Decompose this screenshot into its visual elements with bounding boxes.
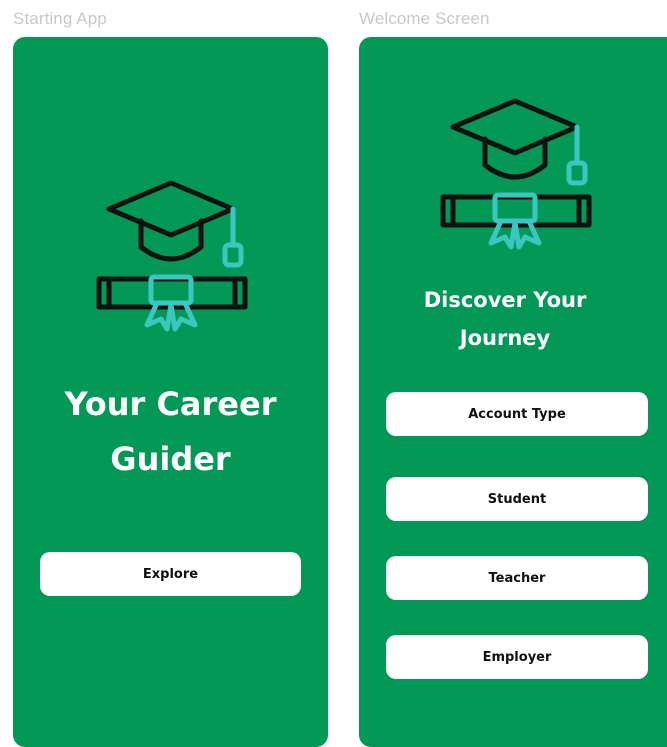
student-button[interactable]: Student xyxy=(386,477,648,521)
welcome-screen: Discover Your Journey Account Type Stude… xyxy=(359,37,667,747)
account-type-button[interactable]: Account Type xyxy=(386,392,648,436)
starting-app-screen: Your Career Guider Explore xyxy=(13,37,328,747)
graduation-cap-diploma-icon xyxy=(439,97,593,252)
welcome-title: Discover Your Journey xyxy=(423,288,587,350)
graduation-cap-diploma-icon xyxy=(95,179,249,334)
explore-button[interactable]: Explore xyxy=(40,552,301,596)
frame-label-starting-app: Starting App xyxy=(13,9,107,28)
app-title: Your Career Guider xyxy=(64,385,277,478)
teacher-button[interactable]: Teacher xyxy=(386,556,648,600)
employer-button[interactable]: Employer xyxy=(386,635,648,679)
frame-label-welcome-screen: Welcome Screen xyxy=(359,9,490,28)
